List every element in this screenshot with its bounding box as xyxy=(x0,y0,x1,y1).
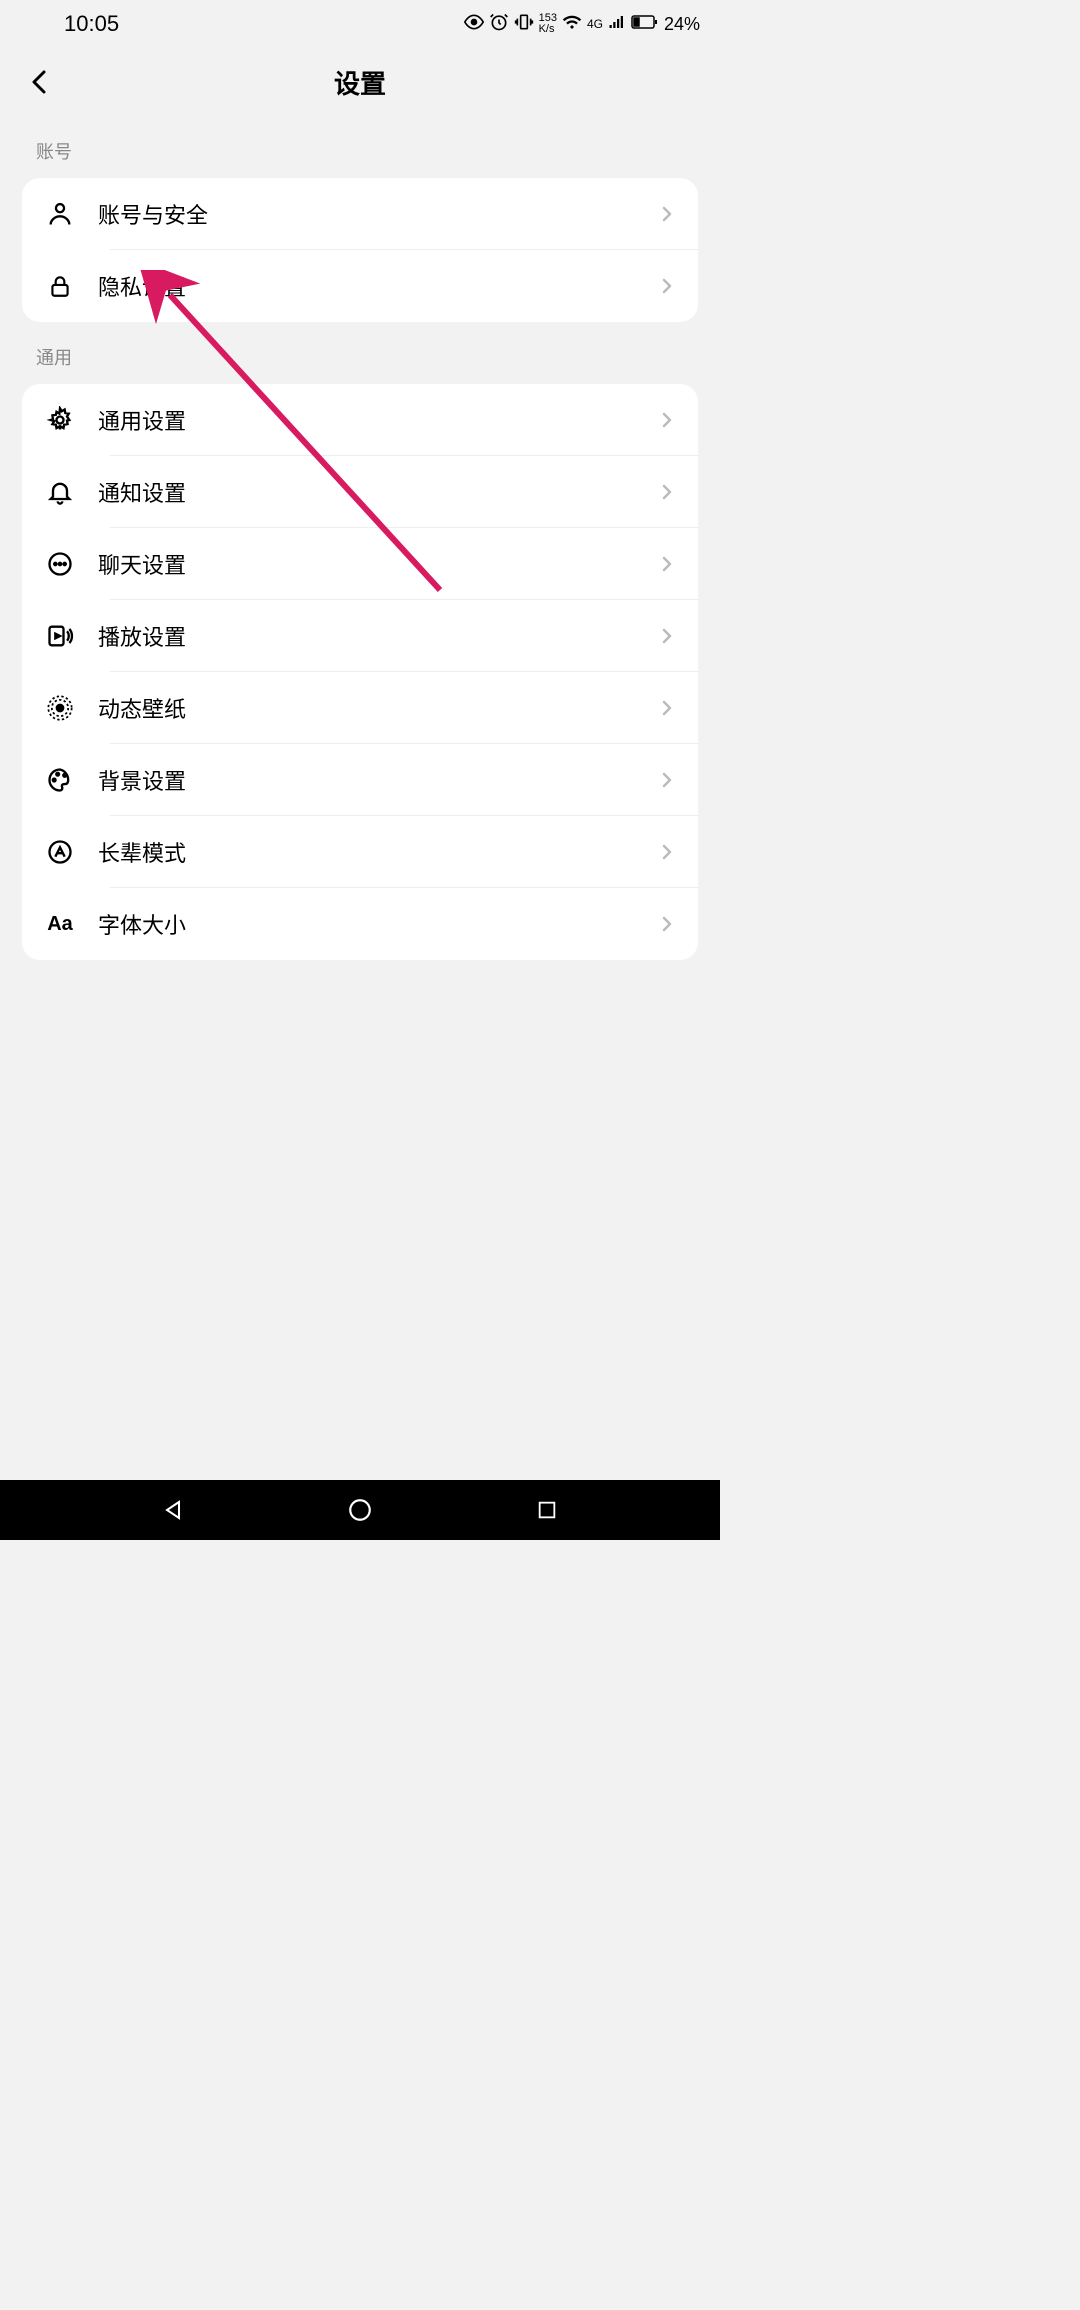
network-type: 4G xyxy=(587,17,603,31)
chevron-right-icon xyxy=(658,627,676,645)
network-speed: 153 K/s xyxy=(539,13,557,35)
chevron-right-icon xyxy=(658,205,676,223)
gear-icon xyxy=(44,404,76,436)
item-label: 字体大小 xyxy=(98,908,658,940)
lock-icon xyxy=(44,270,76,302)
user-icon xyxy=(44,198,76,230)
chevron-right-icon xyxy=(658,483,676,501)
item-background-settings[interactable]: 背景设置 xyxy=(22,744,698,816)
battery-percentage: 24% xyxy=(664,14,700,35)
item-label: 播放设置 xyxy=(98,620,658,652)
chevron-right-icon xyxy=(658,771,676,789)
chevron-right-icon xyxy=(658,277,676,295)
chevron-right-icon xyxy=(658,915,676,933)
status-indicators: 153 K/s 4G 24% xyxy=(464,12,700,37)
palette-icon xyxy=(44,764,76,796)
item-playback-settings[interactable]: 播放设置 xyxy=(22,600,698,672)
chevron-right-icon xyxy=(658,411,676,429)
item-label: 聊天设置 xyxy=(98,548,658,580)
item-privacy[interactable]: 隐私设置 xyxy=(22,250,698,322)
signal-icon xyxy=(608,13,626,36)
account-card: 账号与安全 隐私设置 xyxy=(22,178,698,322)
section-header-account: 账号 xyxy=(0,116,720,178)
wallpaper-icon xyxy=(44,692,76,724)
wifi-icon xyxy=(562,12,582,37)
elder-icon xyxy=(44,836,76,868)
item-font-size[interactable]: Aa 字体大小 xyxy=(22,888,698,960)
item-account-security[interactable]: 账号与安全 xyxy=(22,178,698,250)
chevron-right-icon xyxy=(658,843,676,861)
nav-back-button[interactable] xyxy=(155,1492,191,1528)
item-notification-settings[interactable]: 通知设置 xyxy=(22,456,698,528)
status-bar: 10:05 153 K/s 4G 24% xyxy=(0,0,720,48)
chevron-right-icon xyxy=(658,699,676,717)
item-label: 通知设置 xyxy=(98,476,658,508)
page-title: 设置 xyxy=(16,64,704,101)
battery-icon xyxy=(631,14,659,35)
item-label: 通用设置 xyxy=(98,404,658,436)
item-chat-settings[interactable]: 聊天设置 xyxy=(22,528,698,600)
bell-icon xyxy=(44,476,76,508)
vibrate-icon xyxy=(514,12,534,37)
item-label: 账号与安全 xyxy=(98,198,658,230)
nav-home-button[interactable] xyxy=(342,1492,378,1528)
section-header-general: 通用 xyxy=(0,322,720,384)
item-label: 动态壁纸 xyxy=(98,692,658,724)
status-time: 10:05 xyxy=(20,11,119,37)
system-nav-bar xyxy=(0,1480,720,1540)
play-icon xyxy=(44,620,76,652)
item-dynamic-wallpaper[interactable]: 动态壁纸 xyxy=(22,672,698,744)
general-card: 通用设置 通知设置 聊天设置 播放设置 动态壁纸 xyxy=(22,384,698,960)
item-label: 隐私设置 xyxy=(98,270,658,302)
chat-icon xyxy=(44,548,76,580)
eye-icon xyxy=(464,12,484,37)
font-icon: Aa xyxy=(44,908,76,940)
nav-recent-button[interactable] xyxy=(529,1492,565,1528)
alarm-icon xyxy=(489,12,509,37)
chevron-right-icon xyxy=(658,555,676,573)
back-button[interactable] xyxy=(20,62,60,102)
item-elder-mode[interactable]: 长辈模式 xyxy=(22,816,698,888)
item-label: 长辈模式 xyxy=(98,836,658,868)
app-header: 设置 xyxy=(0,48,720,116)
item-label: 背景设置 xyxy=(98,764,658,796)
item-general-settings[interactable]: 通用设置 xyxy=(22,384,698,456)
